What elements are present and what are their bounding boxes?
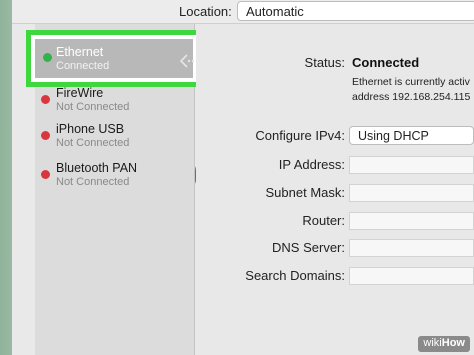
watermark-prefix: wiki <box>423 337 442 349</box>
service-item-bluetooth-pan[interactable]: Bluetooth PAN Not Connected <box>35 157 214 197</box>
status-description-line: Ethernet is currently activ <box>352 76 470 88</box>
service-status: Connected <box>56 60 110 72</box>
ip-address-label: IP Address: <box>278 157 345 172</box>
service-name: Ethernet <box>56 45 104 59</box>
subnet-mask-field <box>349 184 474 202</box>
service-name: FireWire <box>56 86 104 100</box>
ip-address-field <box>349 156 474 174</box>
service-name: Bluetooth PAN <box>56 161 138 175</box>
status-dot-connected <box>43 53 52 62</box>
service-item-ethernet[interactable]: Ethernet Connected <box>26 30 207 87</box>
service-status: Not Connected <box>56 101 130 113</box>
search-domains-label: Search Domains: <box>245 268 345 283</box>
status-dot-disconnected <box>41 95 50 104</box>
configure-ipv4-dropdown[interactable]: Using DHCP <box>349 126 474 145</box>
location-label: Location: <box>179 4 232 19</box>
configure-ipv4-label: Configure IPv4: <box>255 128 345 143</box>
status-dot-disconnected <box>41 131 50 140</box>
location-dropdown[interactable]: Automatic <box>237 1 474 21</box>
search-domains-field <box>349 267 474 285</box>
service-name: iPhone USB <box>56 122 125 136</box>
service-status: Not Connected <box>56 137 130 149</box>
status-dot-disconnected <box>41 170 50 179</box>
status-value: Connected <box>352 55 420 70</box>
dns-server-label: DNS Server: <box>272 240 345 255</box>
status-label: Status: <box>304 55 345 70</box>
dns-server-field <box>349 239 474 257</box>
service-item-iphone-usb[interactable]: iPhone USB Not Connected <box>35 118 213 158</box>
router-label: Router: <box>302 213 345 228</box>
status-description-line: address 192.168.254.115 <box>352 91 471 103</box>
subnet-mask-label: Subnet Mask: <box>265 185 346 200</box>
service-status: Not Connected <box>56 176 130 188</box>
router-field <box>349 212 474 230</box>
service-item-firewire[interactable]: FireWire Not Connected <box>35 82 214 122</box>
status-description: Ethernet is currently activ address 192.… <box>352 75 474 105</box>
watermark-suffix: How <box>441 337 465 349</box>
wikihow-watermark: wikiHow <box>418 336 470 352</box>
